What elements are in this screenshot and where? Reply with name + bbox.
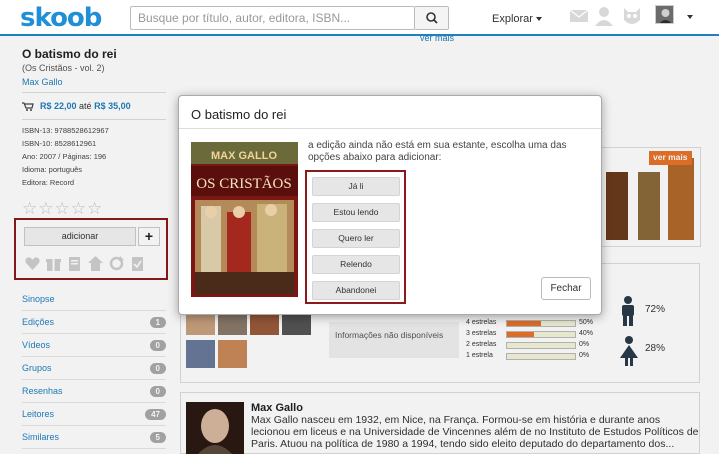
skoob-logo[interactable]: skoob bbox=[20, 3, 102, 33]
option-quero-ler[interactable]: Quero ler bbox=[312, 229, 400, 248]
owl-icon[interactable] bbox=[622, 6, 642, 26]
user-icon[interactable] bbox=[594, 6, 614, 26]
option-abandonei[interactable]: Abandonei bbox=[312, 281, 400, 300]
chevron-down-icon bbox=[535, 17, 542, 22]
explore-label: Explorar bbox=[492, 13, 533, 25]
book-cover: MAX GALLO OS CRISTÃOS bbox=[191, 142, 298, 297]
search-button[interactable] bbox=[415, 6, 449, 30]
account-chevron-icon[interactable] bbox=[687, 15, 693, 19]
search-input[interactable]: Busque por título, autor, editora, ISBN.… bbox=[130, 6, 415, 30]
option-ja-li[interactable]: Já li bbox=[312, 177, 400, 196]
modal-title: O batismo do rei bbox=[191, 107, 287, 122]
avatar[interactable] bbox=[655, 5, 674, 24]
modal-message: a edição ainda não está em sua estante, … bbox=[308, 140, 567, 163]
search-icon bbox=[426, 12, 438, 24]
shelf-options-box: Já li Estou lendo Quero ler Relendo Aban… bbox=[305, 170, 406, 304]
explore-menu[interactable]: Explorar bbox=[492, 13, 542, 25]
add-to-shelf-modal: O batismo do rei MAX GALLO OS CRISTÃOS a… bbox=[178, 95, 602, 315]
mail-icon[interactable] bbox=[569, 8, 589, 24]
divider bbox=[179, 128, 601, 129]
cover-title: OS CRISTÃOS bbox=[196, 176, 291, 192]
close-button[interactable]: Fechar bbox=[541, 277, 591, 300]
option-relendo[interactable]: Relendo bbox=[312, 255, 400, 274]
cover-author: MAX GALLO bbox=[211, 150, 277, 162]
avatar-image bbox=[656, 6, 673, 23]
top-navigation-bar: skoob Busque por título, autor, editora,… bbox=[0, 0, 719, 36]
option-estou-lendo[interactable]: Estou lendo bbox=[312, 203, 400, 222]
